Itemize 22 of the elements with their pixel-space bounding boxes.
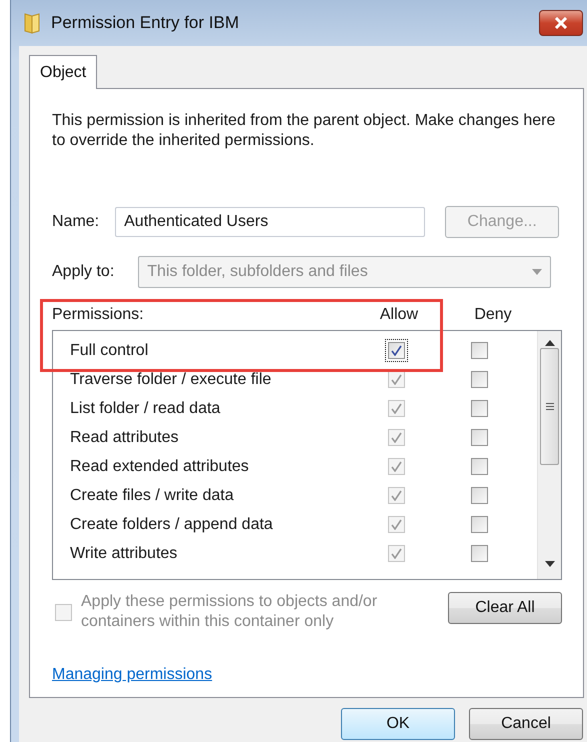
permission-name: Traverse folder / execute file [69, 370, 272, 388]
permission-name: Full control [69, 342, 150, 360]
help-link[interactable]: Managing permissions [52, 666, 212, 683]
notice-text: This permission is inherited from the parent object. Make changes here to override the inherited permissions. [52, 111, 556, 151]
permission-name: Create folders / append data [69, 516, 274, 534]
permissions-label: Permissions: [52, 306, 145, 324]
permission-name: List folder / read data [69, 400, 222, 418]
permission-name: Write attributes [69, 544, 178, 562]
option-label: Apply these permissions to objects and/or containers within this container only [81, 592, 378, 632]
name-label: Name: [52, 213, 100, 231]
permission-name: Read attributes [69, 428, 180, 446]
apply-to-label: Apply to: [52, 263, 114, 281]
clear-all-button[interactable]: Clear All [448, 592, 562, 624]
window-title: Permission Entry for IBM [51, 13, 239, 33]
dialog-button[interactable]: OK [341, 708, 455, 740]
column-header: Allow [380, 306, 418, 324]
permission-name: Read extended attributes [69, 458, 250, 476]
name-field[interactable]: Authenticated Users [115, 207, 426, 237]
column-header: Deny [474, 306, 512, 324]
dialog-button[interactable]: Cancel [469, 708, 583, 740]
permission-name: Create files / write data [69, 486, 235, 504]
tab[interactable]: Object [29, 55, 98, 89]
